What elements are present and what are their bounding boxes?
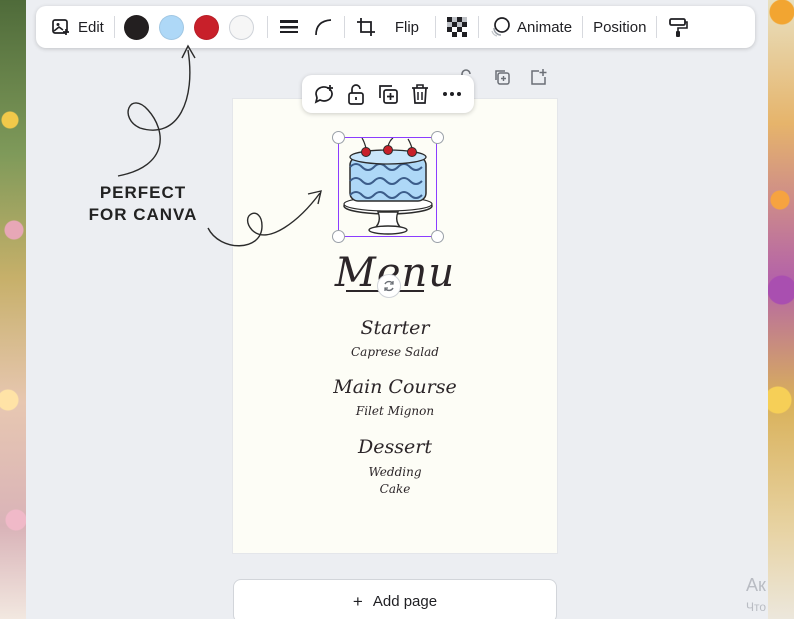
- color-swatch-white[interactable]: [228, 14, 254, 40]
- dessert-item-line2[interactable]: Cake: [233, 482, 557, 496]
- starter-item[interactable]: Caprese Salad: [233, 345, 557, 359]
- resize-handle-bottom-right[interactable]: [431, 230, 444, 243]
- lock-icon: [348, 84, 364, 105]
- position-label: Position: [593, 18, 647, 36]
- promo-line-1: PERFECT: [99, 183, 187, 202]
- add-page-plus-icon: [531, 69, 547, 85]
- toolbar-divider: [478, 16, 480, 38]
- watermark-line-1: Ак: [746, 575, 766, 595]
- delete-element-button[interactable]: [407, 81, 433, 107]
- border-style-button[interactable]: [272, 11, 306, 43]
- color-swatch-red[interactable]: [193, 14, 219, 40]
- duplicate-icon: [379, 85, 398, 104]
- promo-text: PERFECT FOR CANVA: [82, 182, 204, 226]
- trash-icon: [412, 84, 428, 104]
- promo-line-2: FOR CANVA: [88, 205, 198, 224]
- edit-label: Edit: [78, 18, 104, 36]
- rotate-icon: [384, 280, 394, 292]
- crop-icon: [355, 16, 377, 38]
- flip-button[interactable]: Flip: [389, 11, 425, 43]
- selection-frame[interactable]: [338, 137, 437, 237]
- add-page-button[interactable]: + Add page: [233, 579, 557, 619]
- animate-icon: [489, 16, 511, 38]
- color-swatch-black[interactable]: [123, 14, 149, 40]
- transparency-button[interactable]: [440, 11, 474, 43]
- starter-heading[interactable]: Starter: [233, 317, 557, 339]
- toolbar-divider: [266, 16, 268, 38]
- plus-icon: +: [352, 591, 363, 611]
- main-course-item[interactable]: Filet Mignon: [233, 404, 557, 418]
- edit-image-button[interactable]: Edit: [44, 11, 110, 43]
- more-dots-icon: [443, 92, 461, 96]
- duplicate-element-button[interactable]: [375, 81, 401, 107]
- position-button[interactable]: Position: [587, 11, 652, 43]
- crop-button[interactable]: [349, 11, 383, 43]
- duplicate-page-icon: [495, 70, 510, 85]
- resize-handle-bottom-left[interactable]: [332, 230, 345, 243]
- add-page-label: Add page: [372, 592, 438, 610]
- corner-curve-icon: [312, 16, 334, 38]
- add-page-icon-button[interactable]: [527, 66, 549, 88]
- more-options-button[interactable]: [439, 81, 465, 107]
- corner-rounding-button[interactable]: [306, 11, 340, 43]
- toolbar-divider: [435, 16, 437, 38]
- rotate-handle[interactable]: [377, 274, 401, 298]
- edit-image-icon: [50, 16, 72, 38]
- flip-label: Flip: [394, 18, 420, 36]
- animate-label: Animate: [517, 18, 573, 36]
- resize-handle-top-left[interactable]: [332, 131, 345, 144]
- transparency-checker-icon: [446, 16, 468, 38]
- duplicate-page-button[interactable]: [491, 66, 513, 88]
- editor-toolbar: Edit Flip Animate Position: [36, 6, 755, 48]
- toolbar-divider: [113, 16, 115, 38]
- add-comment-icon: [314, 85, 333, 104]
- lock-element-button[interactable]: [343, 81, 369, 107]
- border-weight-icon: [278, 16, 300, 38]
- toolbar-divider: [343, 16, 345, 38]
- color-swatch-light-blue[interactable]: [158, 14, 184, 40]
- dessert-heading[interactable]: Dessert: [233, 436, 557, 458]
- comment-button[interactable]: [311, 81, 337, 107]
- animate-button[interactable]: Animate: [483, 11, 578, 43]
- toolbar-divider: [656, 16, 658, 38]
- main-course-heading[interactable]: Main Course: [233, 376, 557, 398]
- dessert-item-line1[interactable]: Wedding: [233, 465, 557, 479]
- background-photo-left: [0, 0, 26, 619]
- paint-roller-icon: [667, 16, 689, 38]
- resize-handle-top-right[interactable]: [431, 131, 444, 144]
- copy-style-button[interactable]: [661, 11, 695, 43]
- watermark-line-2: Что: [746, 600, 767, 614]
- toolbar-divider: [582, 16, 584, 38]
- activation-watermark: Ак Что: [746, 574, 766, 618]
- background-photo-right: [768, 0, 794, 619]
- element-floating-toolbar: [302, 75, 474, 113]
